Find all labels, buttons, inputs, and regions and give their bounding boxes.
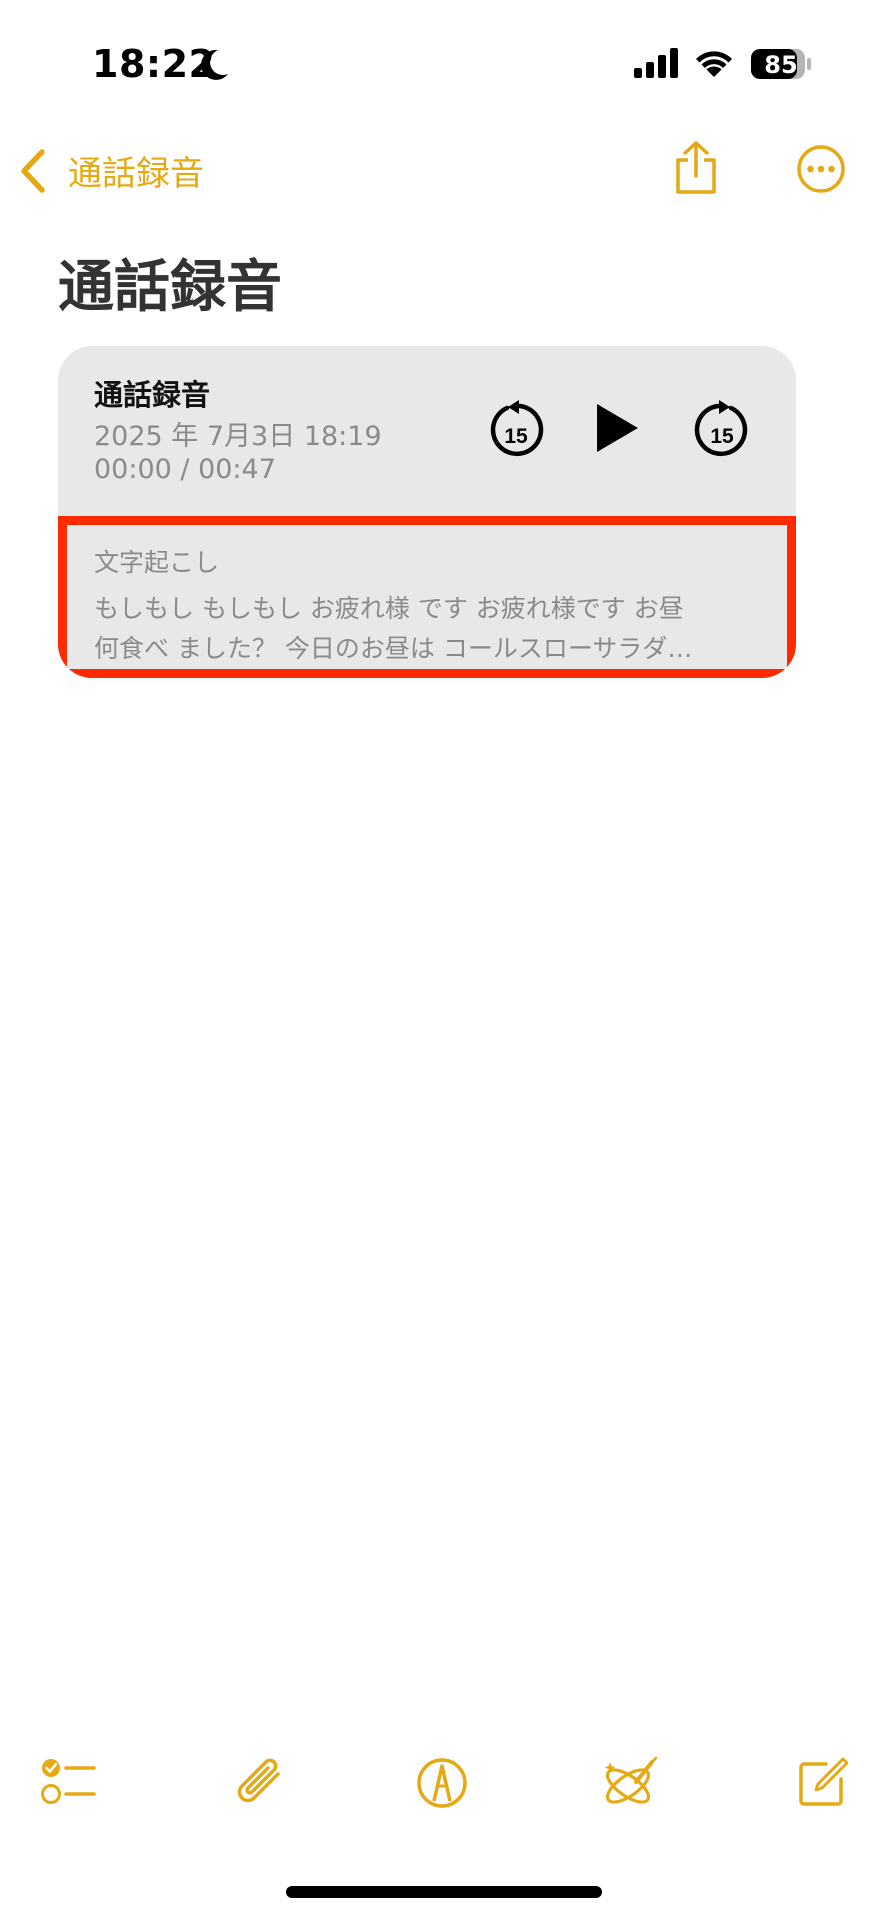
back-button-label: 通話録音 [68, 154, 204, 194]
paperclip-icon [237, 1758, 280, 1803]
recording-date: 2025 年 7月3日 18:19 [94, 421, 382, 452]
skip-forward-button[interactable]: 15 [694, 398, 750, 464]
transcript-label: 文字起こし [94, 548, 220, 577]
skip-back-15-icon: 15 [490, 400, 544, 457]
wifi-icon [696, 51, 732, 77]
skip-forward-15-icon: 15 [694, 400, 748, 457]
attach-button[interactable] [232, 1756, 288, 1814]
writing-tools-button[interactable] [600, 1756, 660, 1816]
moon-icon [201, 49, 228, 80]
chevron-left-icon [21, 148, 45, 193]
recording-card: 通話録音 2025 年 7月3日 18:19 00:00 / 00:47 15 … [58, 346, 796, 678]
transcript-line-2: 何食べ ました？ 今日のお昼は コールスローサラダ… [94, 634, 693, 663]
page-title: 通話録音 [58, 255, 282, 320]
checklist-button[interactable] [40, 1756, 96, 1812]
ellipsis-circle-icon [797, 145, 845, 193]
battery-level: 85 [764, 51, 798, 79]
home-indicator [286, 1886, 602, 1898]
skip-back-button[interactable]: 15 [488, 398, 544, 464]
compose-icon [799, 1757, 849, 1806]
bottom-toolbar [0, 1756, 886, 1836]
compose-button[interactable] [796, 1756, 849, 1812]
transcript-preview: もしもし もしもし お疲れ様 です お疲れ様です お昼 何食べ ました？ 今日の… [94, 589, 774, 669]
recording-time: 00:00 / 00:47 [94, 454, 276, 485]
share-button[interactable] [672, 140, 720, 200]
navigation-bar: 通話録音 [0, 130, 886, 210]
cellular-signal-icon [634, 48, 678, 78]
more-options-button[interactable] [796, 144, 846, 198]
skip-forward-seconds: 15 [710, 425, 734, 448]
transcript-line-1: もしもし もしもし お疲れ様 です お疲れ様です お昼 [94, 594, 684, 623]
status-bar: 18:22 85 [0, 0, 886, 130]
play-button[interactable] [594, 402, 640, 458]
play-icon [597, 404, 638, 452]
writing-tools-icon [604, 1756, 658, 1804]
transcript-section[interactable]: 文字起こし もしもし もしもし お疲れ様 です お疲れ様です お昼 何食べ まし… [58, 516, 796, 678]
recording-title: 通話録音 [94, 378, 211, 412]
skip-back-seconds: 15 [504, 425, 528, 448]
markup-pen-icon [417, 1758, 467, 1808]
share-icon [676, 141, 716, 194]
markup-button[interactable] [414, 1756, 470, 1814]
status-time: 18:22 [92, 42, 216, 86]
checklist-icon [41, 1759, 96, 1804]
back-button[interactable]: 通話録音 [18, 146, 204, 195]
